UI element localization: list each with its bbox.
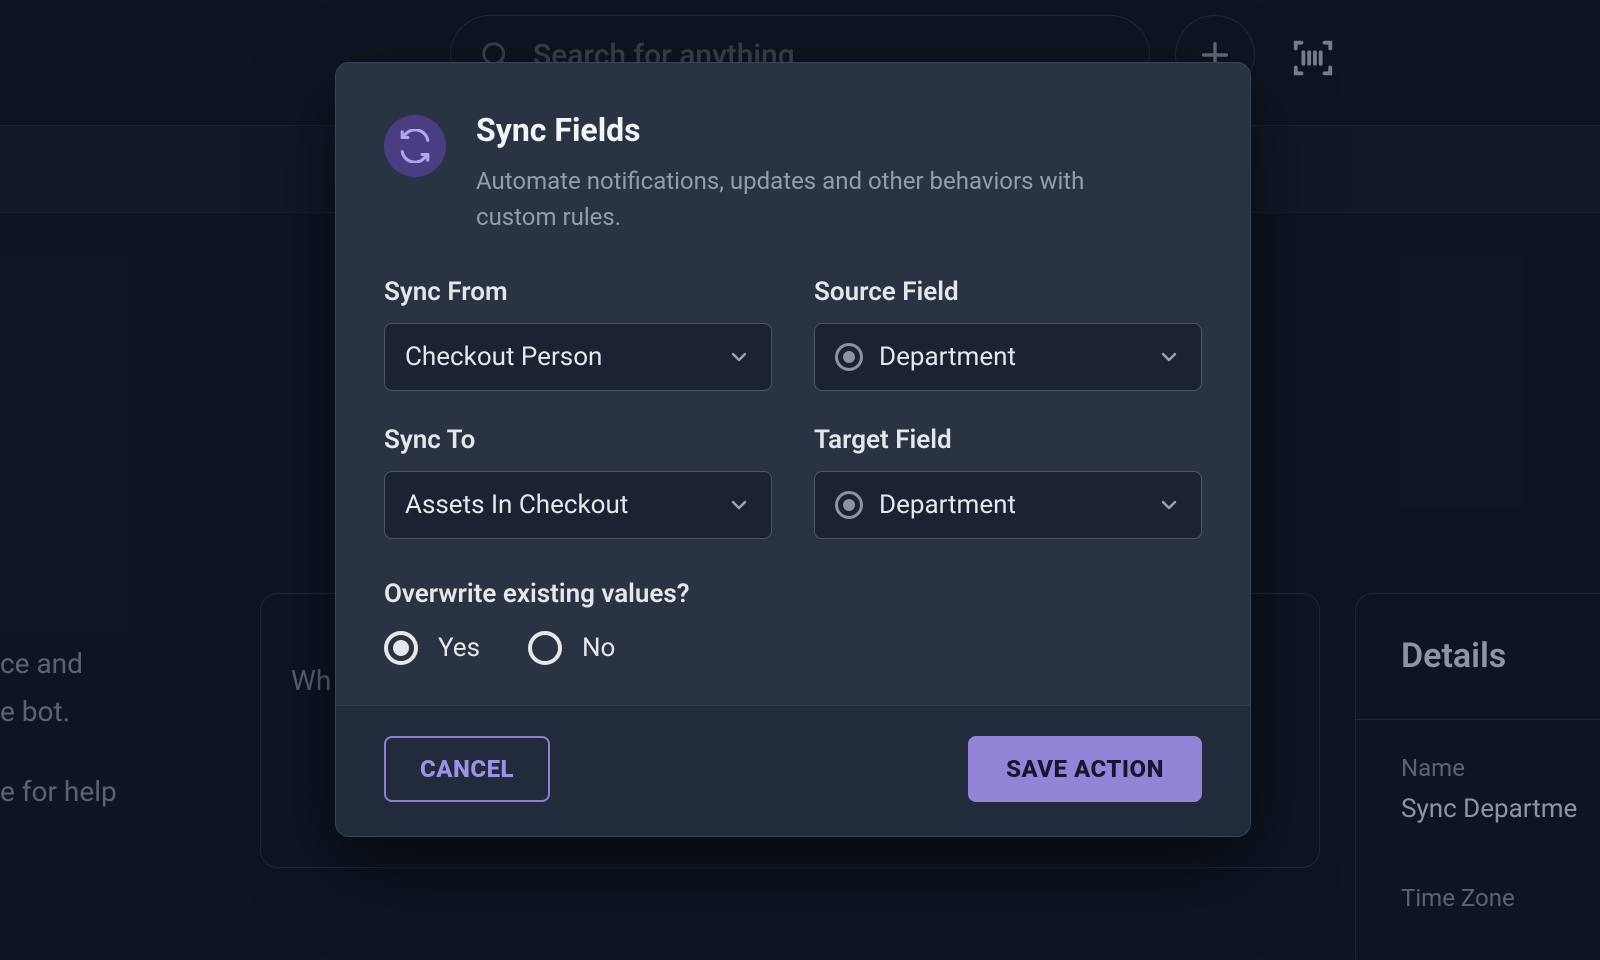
overwrite-yes-label: Yes — [438, 633, 480, 663]
source-field-select[interactable]: Department — [814, 323, 1202, 391]
target-field-label: Target Field — [814, 425, 1202, 455]
radio-selected-icon — [384, 631, 418, 665]
overwrite-radio-group: Yes No — [384, 631, 1202, 665]
chevron-down-icon — [727, 345, 751, 369]
sync-to-select[interactable]: Assets In Checkout — [384, 471, 772, 539]
modal-body: Sync Fields Automate notifications, upda… — [336, 63, 1250, 705]
target-field-group: Target Field Department — [814, 425, 1202, 539]
sync-icon — [384, 115, 446, 177]
modal-footer: CANCEL SAVE ACTION — [336, 705, 1250, 836]
overwrite-label: Overwrite existing values? — [384, 579, 1202, 609]
sync-to-group: Sync To Assets In Checkout — [384, 425, 772, 539]
sync-from-label: Sync From — [384, 277, 772, 307]
sync-from-value: Checkout Person — [405, 342, 711, 372]
overwrite-section: Overwrite existing values? Yes No — [384, 579, 1202, 665]
target-field-value: Department — [879, 490, 1141, 520]
overwrite-no-radio[interactable]: No — [528, 631, 615, 665]
modal-subtitle: Automate notifications, updates and othe… — [476, 163, 1156, 235]
cancel-button[interactable]: CANCEL — [384, 736, 550, 802]
chevron-down-icon — [1157, 493, 1181, 517]
radio-unselected-icon — [528, 631, 562, 665]
modal-title: Sync Fields — [476, 111, 1156, 149]
modal-header: Sync Fields Automate notifications, upda… — [384, 111, 1202, 235]
sync-from-select[interactable]: Checkout Person — [384, 323, 772, 391]
sync-to-value: Assets In Checkout — [405, 490, 711, 520]
chevron-down-icon — [1157, 345, 1181, 369]
overwrite-no-label: No — [582, 633, 615, 663]
source-field-group: Source Field Department — [814, 277, 1202, 391]
radio-icon — [835, 343, 863, 371]
source-field-value: Department — [879, 342, 1141, 372]
sync-from-group: Sync From Checkout Person — [384, 277, 772, 391]
sync-to-label: Sync To — [384, 425, 772, 455]
chevron-down-icon — [727, 493, 751, 517]
overwrite-yes-radio[interactable]: Yes — [384, 631, 480, 665]
source-field-label: Source Field — [814, 277, 1202, 307]
radio-icon — [835, 491, 863, 519]
target-field-select[interactable]: Department — [814, 471, 1202, 539]
save-action-button[interactable]: SAVE ACTION — [968, 736, 1202, 802]
sync-fields-modal: Sync Fields Automate notifications, upda… — [335, 62, 1251, 837]
form-grid: Sync From Checkout Person Source Field D… — [384, 277, 1202, 539]
